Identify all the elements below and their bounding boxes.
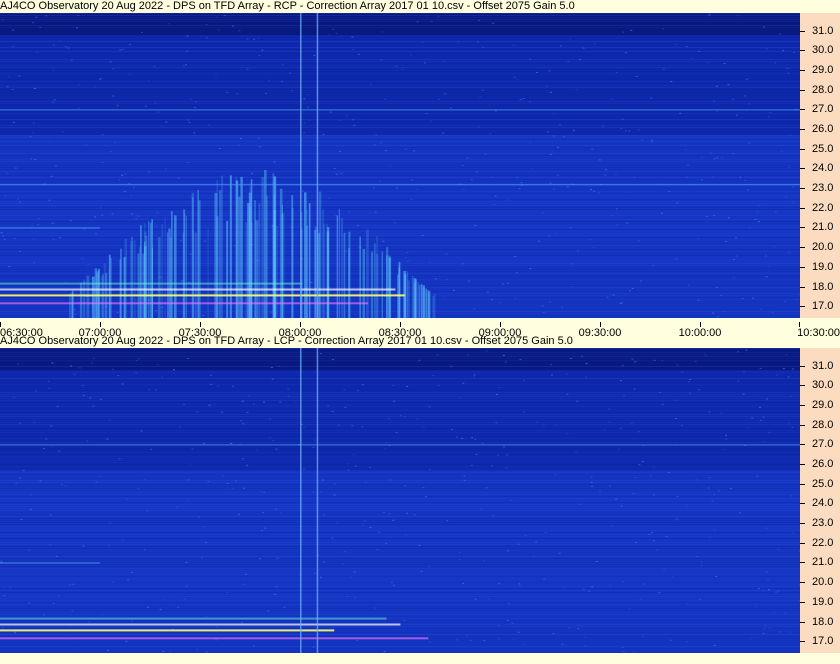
y-tick — [800, 562, 805, 564]
y-tick — [800, 405, 805, 407]
y-tick-label: 21.0 — [812, 556, 834, 569]
spectrogram-background — [0, 348, 800, 653]
horizontal-interference-line — [0, 184, 800, 186]
spectrogram-panel-rcp: 31.0 30.0 29.0 28.0 27.0 26.0 25.0 24.0 23.0 22.0… — [0, 13, 840, 347]
y-tick-label: 28.0 — [812, 418, 834, 431]
y-tick — [800, 424, 805, 426]
y-tick-label: 25.0 — [812, 477, 834, 490]
vertical-interference-line — [300, 13, 302, 318]
vertical-interference-line — [300, 348, 302, 653]
y-tick-label: 25.0 — [812, 142, 834, 155]
panel-title-lcp: AJ4CO Observatory 20 Aug 2022 - DPS on T… — [0, 335, 573, 347]
y-tick — [800, 542, 805, 544]
y-tick — [800, 129, 805, 131]
horizontal-interference-line — [0, 109, 800, 111]
vertical-interference-line — [316, 13, 319, 318]
y-tick-label: 24.0 — [812, 497, 834, 510]
y-tick — [800, 247, 805, 249]
y-tick-label: 23.0 — [812, 517, 834, 530]
y-tick-label: 22.0 — [812, 536, 834, 549]
y-tick-label: 27.0 — [812, 103, 834, 116]
y-tick-label: 18.0 — [812, 615, 834, 628]
spectrogram-rcp — [0, 13, 800, 318]
y-tick — [800, 30, 805, 32]
horizontal-interference-line — [0, 444, 800, 446]
y-tick — [800, 503, 805, 505]
y-tick — [800, 70, 805, 72]
y-tick-label: 21.0 — [812, 221, 834, 234]
y-tick — [800, 365, 805, 367]
y-tick — [800, 385, 805, 387]
y-tick-label: 30.0 — [812, 379, 834, 392]
panel-title-rcp: AJ4CO Observatory 20 Aug 2022 - DPS on T… — [0, 0, 575, 12]
y-tick — [800, 523, 805, 525]
y-tick-label: 24.0 — [812, 162, 834, 175]
y-tick — [800, 286, 805, 288]
y-tick — [800, 306, 805, 308]
y-tick-label: 26.0 — [812, 458, 834, 471]
y-tick-label: 19.0 — [812, 595, 834, 608]
frequency-axis-rcp: 31.0 30.0 29.0 28.0 27.0 26.0 25.0 24.0 23.0 22.0… — [800, 13, 840, 318]
y-tick-label: 30.0 — [812, 44, 834, 57]
x-tick-label: 09:30:00 — [578, 327, 622, 339]
y-tick-label: 26.0 — [812, 123, 834, 136]
spectrogram-lcp — [0, 348, 800, 653]
x-tick-label: 10:00:00 — [678, 327, 722, 339]
y-tick — [800, 207, 805, 209]
y-tick-label: 19.0 — [812, 260, 834, 273]
y-tick — [800, 582, 805, 584]
y-tick-label: 28.0 — [812, 83, 834, 96]
vertical-interference-line — [316, 348, 319, 653]
y-tick-label: 20.0 — [812, 576, 834, 589]
y-tick — [800, 464, 805, 466]
y-tick — [800, 148, 805, 150]
x-tick-label: 10:30:00 — [797, 327, 840, 339]
y-tick-label: 29.0 — [812, 399, 834, 412]
y-tick-label: 20.0 — [812, 241, 834, 254]
y-tick — [800, 50, 805, 52]
y-tick-label: 22.0 — [812, 201, 834, 214]
spectrogram-panel-lcp: 31.0 30.0 29.0 28.0 27.0 26.0 25.0 24.0 23.0 22.0… — [0, 348, 840, 653]
y-tick — [800, 641, 805, 643]
y-tick — [800, 109, 805, 111]
y-tick — [800, 227, 805, 229]
y-tick-label: 18.0 — [812, 280, 834, 293]
y-tick — [800, 621, 805, 623]
y-tick-label: 23.0 — [812, 182, 834, 195]
y-tick — [800, 601, 805, 603]
y-tick — [800, 266, 805, 268]
y-tick — [800, 444, 805, 446]
y-tick — [800, 483, 805, 485]
y-tick-label: 29.0 — [812, 64, 834, 77]
y-tick-label: 17.0 — [812, 635, 834, 648]
y-tick — [800, 168, 805, 170]
y-tick-label: 31.0 — [812, 359, 834, 372]
y-tick-label: 17.0 — [812, 300, 834, 313]
y-tick — [800, 188, 805, 190]
y-tick-label: 27.0 — [812, 438, 834, 451]
y-tick-label: 31.0 — [812, 24, 834, 37]
y-tick — [800, 89, 805, 91]
frequency-axis-lcp: 31.0 30.0 29.0 28.0 27.0 26.0 25.0 24.0 23.0 22.0… — [800, 348, 840, 653]
